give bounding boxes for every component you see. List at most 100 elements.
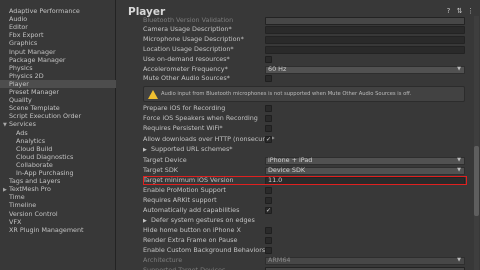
- sidebar-item-input-manager[interactable]: Input Manager: [0, 48, 116, 56]
- sidebar-item-player[interactable]: Player: [0, 79, 116, 88]
- sidebar-item-xr-plugin-management[interactable]: XR Plugin Management: [0, 226, 116, 234]
- setting-row-requires-arkit-support: Requires ARKit support: [143, 196, 465, 205]
- setting-label[interactable]: Defer system gestures on edges: [151, 216, 255, 225]
- header-icons: ? ⇅ ⋮: [445, 8, 474, 15]
- requires-persistent-wifi-checkbox[interactable]: [265, 125, 272, 132]
- sidebar-item-vfx[interactable]: VFX: [0, 218, 116, 226]
- sidebar-item-collaborate[interactable]: Collaborate: [0, 161, 116, 169]
- microphone-usage-description-field[interactable]: [265, 36, 465, 44]
- setting-label: Microphone Usage Description*: [143, 35, 244, 44]
- setting-label: Automatically add capabilities: [143, 206, 239, 215]
- scrollbar-thumb[interactable]: [474, 146, 479, 216]
- sidebar-item-label: Input Manager: [9, 47, 56, 56]
- requires-arkit-support-checkbox[interactable]: [265, 197, 272, 204]
- sidebar-item-cloud-diagnostics[interactable]: Cloud Diagnostics: [0, 153, 116, 161]
- sidebar-item-scene-template[interactable]: Scene Template: [0, 104, 116, 112]
- target-device-dropdown[interactable]: iPhone + iPad ▼: [265, 157, 465, 165]
- accelerometer-frequency-dropdown[interactable]: 60 Hz ▼: [265, 66, 465, 74]
- presets-icon[interactable]: ⇅: [456, 8, 463, 15]
- setting-row-accelerometer-frequency: Accelerometer Frequency* 60 Hz ▼: [143, 65, 465, 74]
- sidebar-item-fbx-export[interactable]: Fbx Export: [0, 31, 116, 39]
- highlight-box: [143, 176, 467, 185]
- foldout-arrow-icon[interactable]: ▶: [143, 218, 147, 224]
- warning-box: Audio input from Bluetooth microphones i…: [143, 86, 465, 102]
- setting-row-target-sdk: Target SDK Device SDK ▼: [143, 166, 465, 175]
- mute-other-audio-sources-checkbox[interactable]: [265, 75, 272, 82]
- setting-row-enable-custom-background-behaviors: Enable Custom Background Behaviors: [143, 246, 465, 255]
- automatically-add-capabilities-checkbox[interactable]: ✓: [265, 207, 272, 214]
- render-extra-frame-on-pause-checkbox[interactable]: [265, 237, 272, 244]
- setting-row-supported-target-devices: Supported Target Devices: [143, 266, 465, 270]
- setting-label-text: Camera Usage Description*: [143, 25, 232, 33]
- setting-label[interactable]: Supported URL schemes*: [151, 145, 233, 154]
- sidebar-item-audio[interactable]: Audio: [0, 15, 116, 23]
- setting-row-location-usage-description: Location Usage Description*: [143, 45, 465, 54]
- sidebar-item-quality[interactable]: Quality: [0, 96, 116, 104]
- setting-label: Mute Other Audio Sources*: [143, 74, 230, 83]
- sidebar-item-script-execution-order[interactable]: Script Execution Order: [0, 112, 116, 120]
- setting-label-text: Defer system gestures on edges: [151, 216, 255, 224]
- checkmark-icon: ✓: [266, 136, 272, 143]
- setting-label: Accelerometer Frequency*: [143, 65, 228, 74]
- sidebar-item-label: Cloud Diagnostics: [16, 152, 74, 161]
- sidebar-item-adaptive-performance[interactable]: Adaptive Performance: [0, 7, 116, 15]
- sidebar-item-graphics[interactable]: Graphics: [0, 39, 116, 47]
- chevron-down-icon: ▼: [457, 257, 461, 263]
- setting-row-automatically-add-capabilities: Automatically add capabilities ✓: [143, 206, 465, 215]
- camera-usage-description-field[interactable]: [265, 26, 465, 34]
- setting-label-text: Requires Persistent WiFi*: [143, 124, 223, 132]
- warning-text: Audio input from Bluetooth microphones i…: [161, 91, 412, 97]
- sidebar-item-physics-2d[interactable]: Physics 2D: [0, 72, 116, 80]
- enable-promotion-support-checkbox[interactable]: [265, 187, 272, 194]
- field-value: ARM64: [268, 256, 291, 264]
- sidebar-item-timeline[interactable]: Timeline: [0, 201, 116, 209]
- setting-label: Use on-demand resources*: [143, 55, 230, 64]
- sidebar-item-in-app-purchasing[interactable]: In-App Purchasing: [0, 169, 116, 177]
- scrollbar[interactable]: [474, 16, 479, 270]
- more-icon[interactable]: ⋮: [467, 8, 474, 15]
- setting-row-use-on-demand-resources: Use on-demand resources*: [143, 55, 465, 64]
- sidebar-item-ads[interactable]: Ads: [0, 129, 116, 137]
- setting-label-text: Allow downloads over HTTP (nonsecure)*: [143, 135, 275, 143]
- sidebar-item-preset-manager[interactable]: Preset Manager: [0, 88, 116, 96]
- sidebar-item-cloud-build[interactable]: Cloud Build: [0, 145, 116, 153]
- setting-label: Enable ProMotion Support: [143, 186, 226, 195]
- sidebar-item-package-manager[interactable]: Package Manager: [0, 56, 116, 64]
- allow-downloads-over-http-nonsecure-checkbox[interactable]: ✓: [265, 136, 272, 143]
- sidebar-item-label: Services: [9, 120, 36, 129]
- enable-custom-background-behaviors-checkbox[interactable]: [265, 247, 272, 254]
- sidebar-item-time[interactable]: Time: [0, 193, 116, 201]
- target-sdk-dropdown[interactable]: Device SDK ▼: [265, 167, 465, 175]
- sidebar-item-label: Graphics: [9, 39, 38, 48]
- warning-icon: [148, 90, 158, 99]
- setting-label-text: Bluetooth Version Validation: [143, 16, 234, 24]
- sidebar-item-label: Collaborate: [16, 160, 53, 169]
- sidebar-item-version-control[interactable]: Version Control: [0, 210, 116, 218]
- sidebar-item-label: Analytics: [16, 136, 46, 145]
- sidebar-item-label: Player: [9, 79, 29, 88]
- help-icon[interactable]: ?: [445, 8, 452, 15]
- sidebar-item-services[interactable]: ▼ Services: [0, 120, 116, 128]
- setting-row-bluetooth-version-validation: Bluetooth Version Validation: [143, 16, 465, 25]
- sidebar-item-physics[interactable]: Physics: [0, 64, 116, 72]
- setting-label-text: Supported Target Devices: [143, 266, 226, 270]
- sidebar-item-textmesh-pro[interactable]: ▶ TextMesh Pro: [0, 185, 116, 193]
- use-on-demand-resources-checkbox[interactable]: [265, 56, 272, 63]
- hide-home-button-on-iphone-x-checkbox[interactable]: [265, 227, 272, 234]
- setting-row-architecture: Architecture ARM64 ▼: [143, 256, 465, 265]
- setting-label-text: Accelerometer Frequency*: [143, 65, 228, 73]
- chevron-down-icon: ▼: [457, 157, 461, 163]
- location-usage-description-field[interactable]: [265, 46, 465, 54]
- sidebar-item-label: Time: [9, 193, 25, 202]
- setting-row-requires-persistent-wifi: Requires Persistent WiFi*: [143, 124, 465, 133]
- force-ios-speakers-when-recording-checkbox[interactable]: [265, 115, 272, 122]
- sidebar-item-label: Physics 2D: [9, 71, 44, 80]
- sidebar-item-analytics[interactable]: Analytics: [0, 137, 116, 145]
- architecture-dropdown[interactable]: ARM64 ▼: [265, 257, 465, 265]
- bluetooth-version-validation-field[interactable]: [265, 17, 465, 25]
- foldout-arrow-icon[interactable]: ▶: [143, 147, 147, 153]
- sidebar-item-editor[interactable]: Editor: [0, 23, 116, 31]
- setting-label: Requires Persistent WiFi*: [143, 124, 223, 133]
- prepare-ios-for-recording-checkbox[interactable]: [265, 105, 272, 112]
- sidebar-item-tags-and-layers[interactable]: Tags and Layers: [0, 177, 116, 185]
